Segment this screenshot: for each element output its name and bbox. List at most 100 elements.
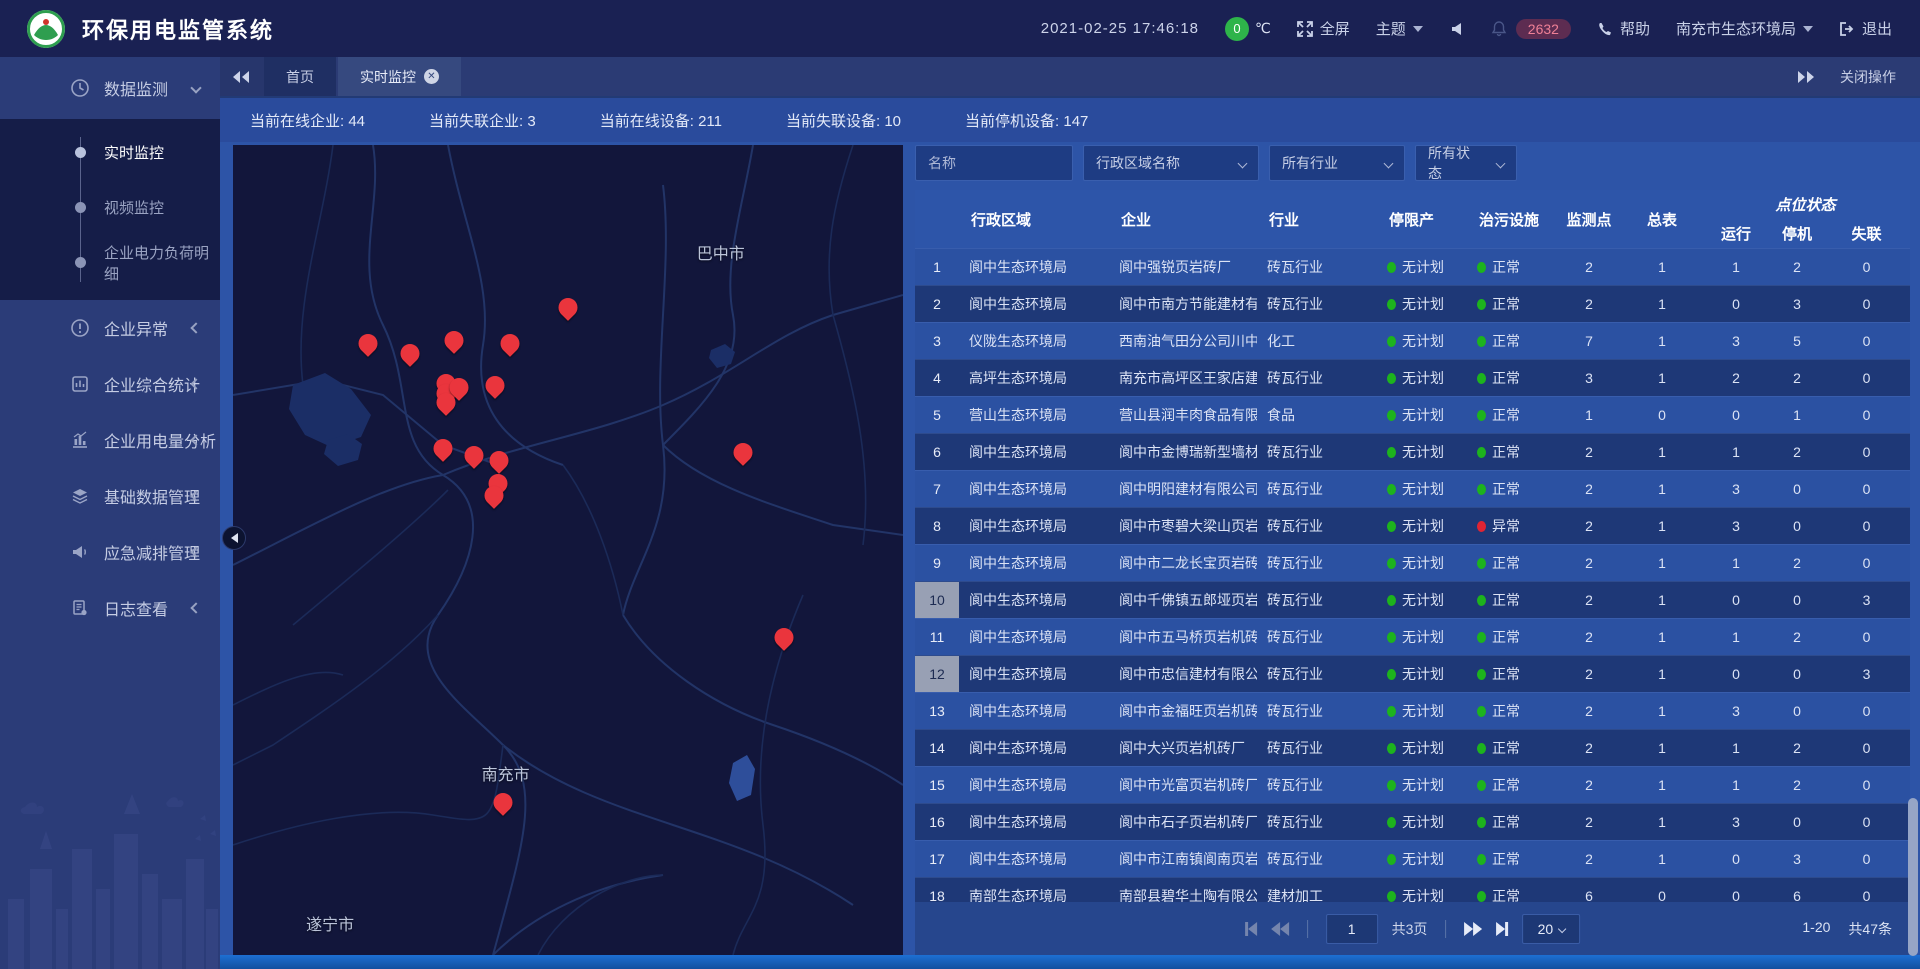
cell-region: 阆中生态环境局	[959, 693, 1109, 729]
last-page-button[interactable]	[1496, 922, 1508, 936]
status-text: 正常	[1492, 664, 1520, 684]
fullscreen-button[interactable]: 全屏	[1297, 18, 1350, 39]
status-text: 正常	[1492, 442, 1520, 462]
close-operations-button[interactable]: 关闭操作	[1840, 67, 1896, 87]
cell-pollution-facility: 正常	[1467, 249, 1555, 285]
sidebar-subitem-企业电力负荷明细[interactable]: 企业电力负荷明细	[0, 235, 220, 290]
sidebar-subitem-视频监控[interactable]: 视频监控	[0, 180, 220, 235]
cell-total-meter: 1	[1623, 582, 1701, 618]
table-row[interactable]: 3仪陇生态环境局西南油气田分公司川中化工无计划正常71350	[915, 322, 1910, 359]
sidebar-item-数据监测[interactable]: 数据监测	[0, 57, 220, 119]
cell-total-meter: 1	[1623, 841, 1701, 877]
table-row[interactable]: 5营山生态环境局营山县润丰肉食品有限食品无计划正常10010	[915, 396, 1910, 433]
table-row[interactable]: 17阆中生态环境局阆中市江南镇阆南页岩砖瓦行业无计划正常21030	[915, 840, 1910, 877]
table-row[interactable]: 8阆中生态环境局阆中市枣碧大梁山页岩砖瓦行业无计划异常21300	[915, 507, 1910, 544]
sidebar-item-label: 日志查看	[104, 596, 168, 620]
tab-home[interactable]: 首页	[264, 57, 336, 96]
table-row[interactable]: 11阆中生态环境局阆中市五马桥页岩机砖砖瓦行业无计划正常21120	[915, 618, 1910, 655]
table-row[interactable]: 14阆中生态环境局阆中大兴页岩机砖厂砖瓦行业无计划正常21120	[915, 729, 1910, 766]
vertical-scrollbar-thumb[interactable]	[1908, 798, 1918, 956]
status-text: 正常	[1492, 627, 1520, 647]
cell-running: 0	[1701, 286, 1771, 322]
status-dot-icon	[1387, 299, 1396, 310]
sidebar-subitem-实时监控[interactable]: 实时监控	[0, 125, 220, 180]
status-filter-select[interactable]: 所有状态	[1415, 145, 1517, 181]
sidebar-item-基础数据管理[interactable]: 基础数据管理	[0, 468, 220, 524]
tab-realtime-monitor[interactable]: 实时监控 ✕	[338, 57, 461, 96]
sidebar-item-企业异常[interactable]: 企业异常	[0, 300, 220, 356]
temperature-unit: ℃	[1255, 20, 1271, 37]
table-row[interactable]: 10阆中生态环境局阆中千佛镇五郎垭页岩砖瓦行业无计划正常21003	[915, 581, 1910, 618]
sidebar-item-企业综合统计[interactable]: 企业综合统计	[0, 356, 220, 412]
cell-total-meter: 1	[1623, 545, 1701, 581]
page-number-input[interactable]	[1326, 914, 1378, 944]
table-row[interactable]: 18南部生态环境局南部县碧华土陶有限公建材加工无计划正常60060	[915, 877, 1910, 903]
cell-company: 阆中明阳建材有限公司	[1109, 471, 1257, 507]
prev-page-button[interactable]	[1271, 922, 1289, 936]
org-label: 南充市生态环境局	[1676, 18, 1796, 39]
region-filter-select[interactable]: 行政区域名称	[1083, 145, 1259, 181]
table-header-row: 行政区域 企业 行业 停限产 治污设施 监测点 总表 点位状态 运行 停机 失联	[915, 190, 1910, 248]
table-row[interactable]: 7阆中生态环境局阆中明阳建材有限公司砖瓦行业无计划正常21300	[915, 470, 1910, 507]
tabs-scroll-right-button[interactable]	[1796, 71, 1814, 83]
sidebar-item-企业用电量分析[interactable]: 企业用电量分析	[0, 412, 220, 468]
monitor-table-panel: 行政区域名称 所有行业 所有状态 行政区域 企业 行业 停限产 治污设施 监测点	[915, 145, 1910, 955]
table-row[interactable]: 9阆中生态环境局阆中市二龙长宝页岩砖砖瓦行业无计划正常21120	[915, 544, 1910, 581]
cell-region: 阆中生态环境局	[959, 730, 1109, 766]
page-size-select[interactable]: 20	[1522, 914, 1580, 944]
status-text: 异常	[1492, 516, 1520, 536]
table-row[interactable]: 15阆中生态环境局阆中市光富页岩机砖厂砖瓦行业无计划正常21120	[915, 766, 1910, 803]
cell-stopped: 2	[1771, 360, 1823, 396]
status-dot-icon	[1387, 484, 1396, 495]
tab-close-icon[interactable]: ✕	[424, 69, 439, 84]
stat-value: 147	[1063, 113, 1088, 130]
cell-company: 阆中市光富页岩机砖厂	[1109, 767, 1257, 803]
org-dropdown[interactable]: 南充市生态环境局	[1676, 18, 1813, 39]
cell-company: 阆中市南方节能建材有	[1109, 286, 1257, 322]
status-text: 正常	[1492, 886, 1520, 903]
notifications-button[interactable]: 2632	[1491, 19, 1571, 39]
table-row[interactable]: 4高坪生态环境局南充市高坪区王家店建砖瓦行业无计划正常31220	[915, 359, 1910, 396]
tabs-scroll-left-button[interactable]	[220, 57, 264, 96]
table-row[interactable]: 16阆中生态环境局阆中市石子页岩机砖厂砖瓦行业无计划正常21300	[915, 803, 1910, 840]
status-dot-icon	[1477, 743, 1486, 754]
industry-filter-value: 所有行业	[1282, 153, 1338, 173]
cell-company: 营山县润丰肉食品有限	[1109, 397, 1257, 433]
status-filter-value: 所有状态	[1428, 143, 1483, 183]
sidebar-item-label: 企业综合统计	[104, 372, 200, 396]
next-page-button[interactable]	[1464, 922, 1482, 936]
theme-dropdown[interactable]: 主题	[1376, 18, 1423, 39]
bullet-dot-icon	[75, 202, 86, 213]
first-page-button[interactable]	[1245, 922, 1257, 936]
stat-label: 当前失联设备:	[786, 113, 884, 130]
cell-production-limit: 无计划	[1377, 582, 1467, 618]
table-row[interactable]: 1阆中生态环境局阆中强锐页岩砖厂砖瓦行业无计划正常21120	[915, 248, 1910, 285]
name-filter-field[interactable]	[915, 145, 1073, 181]
chevron-down-icon	[1496, 158, 1506, 168]
map-panel[interactable]: 巴中市南充市遂宁市	[233, 145, 903, 955]
table-row[interactable]: 12阆中生态环境局阆中市忠信建材有限公砖瓦行业无计划正常21003	[915, 655, 1910, 692]
logout-button[interactable]: 退出	[1839, 18, 1892, 39]
cell-running: 3	[1701, 693, 1771, 729]
cell-stopped: 0	[1771, 508, 1823, 544]
sidebar-item-日志查看[interactable]: 日志查看	[0, 580, 220, 636]
help-button[interactable]: 帮助	[1597, 18, 1650, 39]
mute-button[interactable]	[1449, 21, 1465, 37]
table-row[interactable]: 2阆中生态环境局阆中市南方节能建材有砖瓦行业无计划正常21030	[915, 285, 1910, 322]
status-dot-icon	[1477, 854, 1486, 865]
status-text: 无计划	[1402, 590, 1444, 610]
chevron-down-icon	[1413, 26, 1423, 32]
cell-total-meter: 1	[1623, 730, 1701, 766]
cell-running: 0	[1701, 582, 1771, 618]
cell-total-meter: 1	[1623, 619, 1701, 655]
sidebar-item-应急减排管理[interactable]: 应急减排管理	[0, 524, 220, 580]
status-text: 无计划	[1402, 627, 1444, 647]
cell-running: 1	[1701, 545, 1771, 581]
sidebar-collapse-button[interactable]	[222, 526, 246, 550]
chevron-down-icon	[1238, 158, 1248, 168]
cell-monitor-points: 2	[1555, 693, 1623, 729]
table-row[interactable]: 6阆中生态环境局阆中市金博瑞新型墙材砖瓦行业无计划正常21120	[915, 433, 1910, 470]
table-row[interactable]: 13阆中生态环境局阆中市金福旺页岩机砖砖瓦行业无计划正常21300	[915, 692, 1910, 729]
industry-filter-select[interactable]: 所有行业	[1269, 145, 1405, 181]
name-filter-input[interactable]	[928, 155, 1060, 171]
